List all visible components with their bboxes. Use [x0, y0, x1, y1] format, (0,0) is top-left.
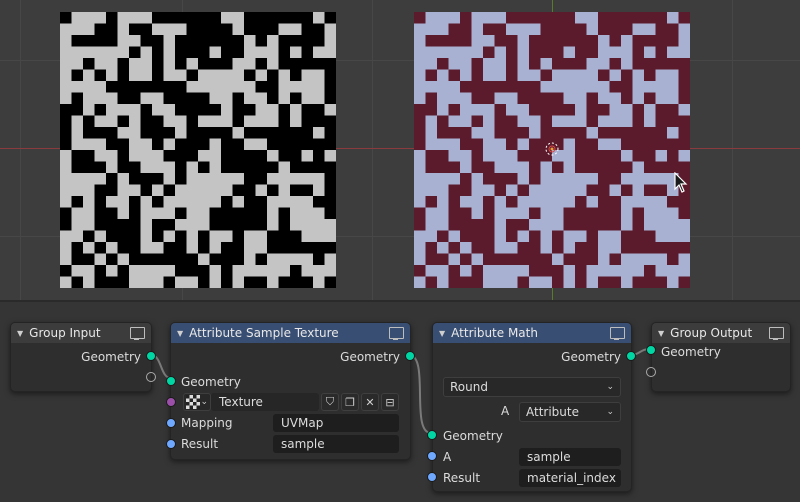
output-label-geometry: Geometry [340, 350, 400, 364]
monitor-icon[interactable] [130, 327, 145, 340]
duplicate-icon[interactable]: ❐ [341, 393, 359, 411]
input-label-geometry: Geometry [661, 345, 721, 359]
node-title: Attribute Math [451, 326, 538, 340]
collapse-triangle-icon[interactable]: ▼ [439, 329, 445, 338]
collapse-triangle-icon[interactable]: ▼ [177, 329, 183, 338]
attribute-math-node[interactable]: ▼ Attribute Math Geometry Round ⌄ A Attr… [432, 322, 632, 492]
group-output-node[interactable]: ▼ Group Output Geometry [651, 322, 791, 392]
node-title: Attribute Sample Texture [189, 326, 339, 340]
close-icon[interactable]: ✕ [361, 393, 379, 411]
socket-group-input-empty-out[interactable] [146, 372, 156, 382]
monitor-icon[interactable] [389, 327, 404, 340]
a-socket-label: A [443, 450, 452, 464]
link-sample-to-math [408, 354, 432, 434]
texture-plane-left[interactable] [60, 12, 336, 288]
fake-user-shield-icon[interactable]: ⛉ [321, 393, 339, 411]
result-field[interactable]: material_index [519, 469, 621, 487]
output-label-geometry: Geometry [561, 350, 621, 364]
operation-dropdown[interactable]: Round ⌄ [443, 377, 621, 397]
input-label-geometry: Geometry [443, 429, 503, 443]
monitor-icon[interactable] [769, 327, 784, 340]
node-header[interactable]: ▼ Attribute Sample Texture [171, 323, 410, 343]
result-label: Result [443, 471, 481, 485]
socket-math-geometry-in[interactable] [427, 430, 437, 440]
3d-viewport[interactable] [0, 0, 800, 300]
result-label: Result [181, 437, 219, 451]
socket-output-geometry-in[interactable] [646, 345, 656, 355]
a-attribute-field[interactable]: sample [519, 448, 621, 466]
monitor-icon[interactable] [610, 327, 625, 340]
input-label-geometry: Geometry [181, 375, 241, 389]
node-title: Group Output [670, 326, 753, 340]
chevron-down-icon: ⌄ [200, 397, 208, 407]
a-type-value: Attribute [526, 405, 579, 419]
socket-sample-result-in[interactable] [166, 439, 176, 449]
grid-line [20, 0, 21, 300]
attribute-sample-texture-node[interactable]: ▼ Attribute Sample Texture Geometry Geom… [170, 322, 411, 460]
node-header[interactable]: ▼ Group Output [652, 323, 790, 343]
texture-name-field[interactable]: Texture [211, 393, 319, 411]
socket-sample-mapping-in[interactable] [166, 418, 176, 428]
node-header[interactable]: ▼ Group Input [11, 323, 151, 343]
node-header[interactable]: ▼ Attribute Math [433, 323, 631, 343]
operation-value: Round [450, 380, 488, 394]
grid-line [372, 0, 373, 300]
chevron-down-icon: ⌄ [606, 407, 614, 417]
browse-icon[interactable]: ⊟ [381, 393, 399, 411]
a-type-dropdown[interactable]: Attribute ⌄ [519, 402, 621, 422]
socket-output-empty-in[interactable] [646, 367, 656, 377]
collapse-triangle-icon[interactable]: ▼ [658, 329, 664, 338]
grid-line [732, 0, 733, 300]
texture-type-selector[interactable]: ⌄ [183, 393, 211, 411]
socket-sample-texture-in[interactable] [166, 397, 176, 407]
socket-group-input-geometry-out[interactable] [146, 351, 156, 361]
origin-icon [545, 142, 559, 156]
group-input-node[interactable]: ▼ Group Input Geometry [10, 322, 152, 392]
output-label-geometry: Geometry [81, 350, 141, 364]
socket-math-geometry-out[interactable] [626, 351, 636, 361]
socket-math-result-in[interactable] [427, 472, 437, 482]
mouse-cursor-icon [674, 172, 688, 193]
node-title: Group Input [29, 326, 101, 340]
socket-sample-geometry-out[interactable] [405, 351, 415, 361]
checker-texture-icon [186, 395, 200, 409]
socket-math-a-in[interactable] [427, 451, 437, 461]
socket-sample-geometry-in[interactable] [166, 376, 176, 386]
mapping-label: Mapping [181, 416, 233, 430]
mapping-field[interactable]: UVMap [273, 414, 399, 432]
collapse-triangle-icon[interactable]: ▼ [17, 329, 23, 338]
a-type-label: A [501, 404, 510, 418]
chevron-down-icon: ⌄ [606, 382, 614, 392]
result-field[interactable]: sample [273, 435, 399, 453]
node-editor[interactable]: ▼ Group Input Geometry ▼ Attribute Sampl… [0, 302, 800, 502]
